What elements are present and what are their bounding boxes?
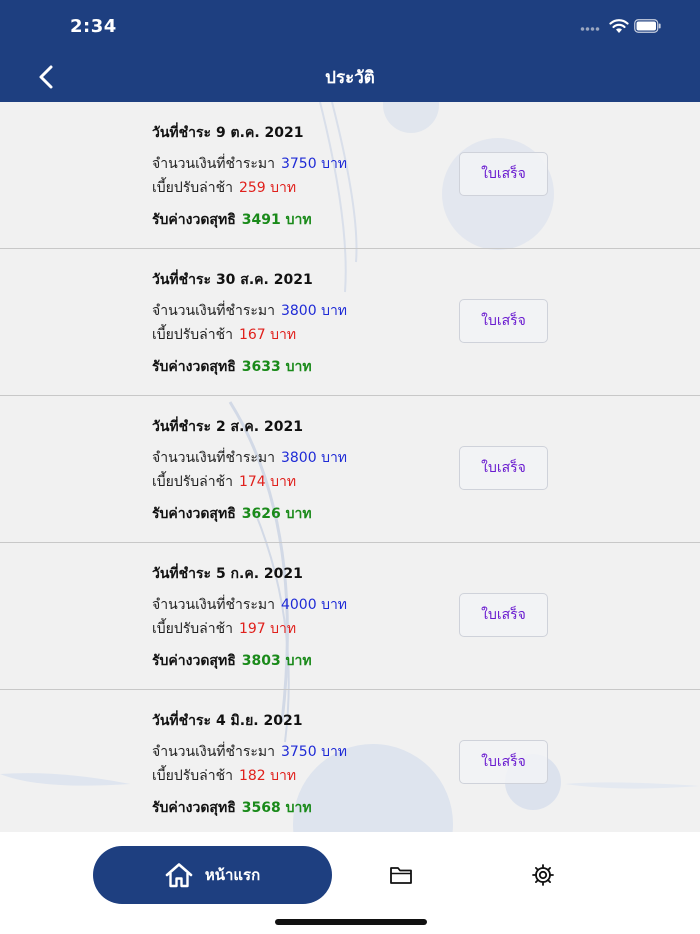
payment-row: วันที่ชำระ 2 ส.ค. 2021 จำนวนเงินที่ชำระม… [0, 396, 700, 543]
home-indicator [275, 919, 427, 925]
late-fine: เบี้ยปรับล่าช้า 197 บาท [152, 621, 297, 637]
bottom-tab-bar: หน้าแรก [0, 832, 700, 934]
payment-date: วันที่ชำระ 30 ส.ค. 2021 [152, 272, 313, 288]
late-fine: เบี้ยปรับล่าช้า 174 บาท [152, 474, 297, 490]
gear-icon[interactable] [531, 863, 555, 887]
folder-icon[interactable] [388, 864, 414, 886]
home-tab[interactable]: หน้าแรก [93, 846, 332, 904]
payment-date: วันที่ชำระ 4 มิ.ย. 2021 [152, 713, 303, 729]
net-installment: รับค่างวดสุทธิ 3626 บาท [152, 506, 312, 522]
page-title: ประวัติ [325, 68, 375, 88]
payment-row: วันที่ชำระ 4 มิ.ย. 2021 จำนวนเงินที่ชำระ… [0, 690, 700, 832]
net-installment: รับค่างวดสุทธิ 3491 บาท [152, 212, 312, 228]
cellular-dots-icon [580, 27, 600, 31]
payment-row: วันที่ชำระ 30 ส.ค. 2021 จำนวนเงินที่ชำระ… [0, 249, 700, 396]
payment-date: วันที่ชำระ 2 ส.ค. 2021 [152, 419, 303, 435]
payment-date: วันที่ชำระ 9 ต.ค. 2021 [152, 125, 304, 141]
home-tab-label: หน้าแรก [204, 866, 261, 884]
late-fine: เบี้ยปรับล่าช้า 167 บาท [152, 327, 297, 343]
amount-paid: จำนวนเงินที่ชำระมา 3750 บาท [152, 744, 348, 760]
net-installment: รับค่างวดสุทธิ 3633 บาท [152, 359, 312, 375]
payment-date: วันที่ชำระ 5 ก.ค. 2021 [152, 566, 303, 582]
payment-history-list[interactable]: วันที่ชำระ 9 ต.ค. 2021 จำนวนเงินที่ชำระม… [0, 102, 700, 832]
battery-icon [634, 19, 661, 33]
late-fine: เบี้ยปรับล่าช้า 259 บาท [152, 180, 297, 196]
payment-row: วันที่ชำระ 5 ก.ค. 2021 จำนวนเงินที่ชำระม… [0, 543, 700, 690]
net-installment: รับค่างวดสุทธิ 3568 บาท [152, 800, 312, 816]
receipt-button[interactable]: ใบเสร็จ [459, 152, 548, 196]
amount-paid: จำนวนเงินที่ชำระมา 3800 บาท [152, 303, 348, 319]
late-fine: เบี้ยปรับล่าช้า 182 บาท [152, 768, 297, 784]
home-icon [165, 863, 193, 888]
wifi-icon [609, 19, 629, 33]
receipt-button[interactable]: ใบเสร็จ [459, 593, 548, 637]
receipt-button[interactable]: ใบเสร็จ [459, 446, 548, 490]
app-header: 2:34 ประวัติ [0, 0, 700, 102]
payment-row: วันที่ชำระ 9 ต.ค. 2021 จำนวนเงินที่ชำระม… [0, 102, 700, 249]
net-installment: รับค่างวดสุทธิ 3803 บาท [152, 653, 312, 669]
receipt-button[interactable]: ใบเสร็จ [459, 740, 548, 784]
status-time: 2:34 [70, 16, 117, 37]
amount-paid: จำนวนเงินที่ชำระมา 3750 บาท [152, 156, 348, 172]
amount-paid: จำนวนเงินที่ชำระมา 4000 บาท [152, 597, 348, 613]
receipt-button[interactable]: ใบเสร็จ [459, 299, 548, 343]
amount-paid: จำนวนเงินที่ชำระมา 3800 บาท [152, 450, 348, 466]
